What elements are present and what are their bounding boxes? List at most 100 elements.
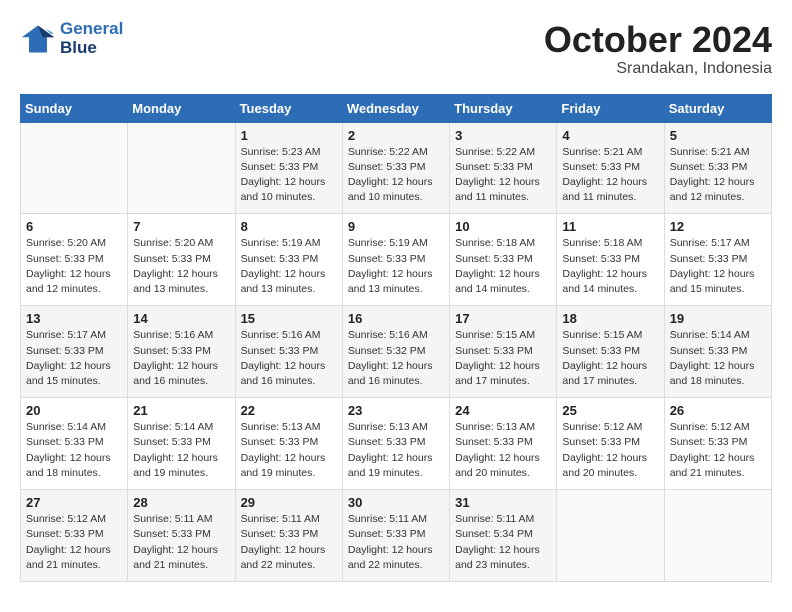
day-info: Sunrise: 5:13 AM Sunset: 5:33 PM Dayligh… [455,420,551,481]
calendar-week-row: 1Sunrise: 5:23 AM Sunset: 5:33 PM Daylig… [21,122,772,214]
day-info: Sunrise: 5:15 AM Sunset: 5:33 PM Dayligh… [455,328,551,389]
day-info: Sunrise: 5:12 AM Sunset: 5:33 PM Dayligh… [26,512,122,573]
day-info: Sunrise: 5:22 AM Sunset: 5:33 PM Dayligh… [455,145,551,206]
day-number: 23 [348,403,444,418]
day-number: 24 [455,403,551,418]
calendar-cell: 15Sunrise: 5:16 AM Sunset: 5:33 PM Dayli… [235,306,342,398]
day-number: 5 [670,128,766,143]
weekday-header-tuesday: Tuesday [235,94,342,122]
day-info: Sunrise: 5:12 AM Sunset: 5:33 PM Dayligh… [670,420,766,481]
weekday-header-saturday: Saturday [664,94,771,122]
weekday-header-thursday: Thursday [450,94,557,122]
logo-text: General Blue [60,20,123,57]
day-number: 2 [348,128,444,143]
day-number: 25 [562,403,658,418]
day-number: 10 [455,219,551,234]
calendar-cell: 31Sunrise: 5:11 AM Sunset: 5:34 PM Dayli… [450,490,557,582]
calendar-cell: 29Sunrise: 5:11 AM Sunset: 5:33 PM Dayli… [235,490,342,582]
calendar-header-row: SundayMondayTuesdayWednesdayThursdayFrid… [21,94,772,122]
day-info: Sunrise: 5:21 AM Sunset: 5:33 PM Dayligh… [670,145,766,206]
day-number: 13 [26,311,122,326]
calendar-cell [128,122,235,214]
day-info: Sunrise: 5:19 AM Sunset: 5:33 PM Dayligh… [241,236,337,297]
calendar-cell: 8 Sunrise: 5:19 AM Sunset: 5:33 PM Daylig… [235,214,342,306]
calendar-cell: 19 Sunrise: 5:14 AM Sunset: 5:33 PM Dayli… [664,306,771,398]
calendar-table: SundayMondayTuesdayWednesdayThursdayFrid… [20,94,772,582]
calendar-cell: 22Sunrise: 5:13 AM Sunset: 5:33 PM Dayli… [235,398,342,490]
day-info: Sunrise: 5:21 AM Sunset: 5:33 PM Dayligh… [562,145,658,206]
day-info: Sunrise: 5:17 AM Sunset: 5:33 PM Dayligh… [26,328,122,389]
calendar-cell [664,490,771,582]
calendar-cell: 17 Sunrise: 5:15 AM Sunset: 5:33 PM Dayli… [450,306,557,398]
day-info: Sunrise: 5:14 AM Sunset: 5:33 PM Dayligh… [26,420,122,481]
calendar-cell: 18 Sunrise: 5:15 AM Sunset: 5:33 PM Dayli… [557,306,664,398]
day-number: 21 [133,403,229,418]
calendar-cell [21,122,128,214]
calendar-cell: 9Sunrise: 5:19 AM Sunset: 5:33 PM Daylig… [342,214,449,306]
day-number: 9 [348,219,444,234]
calendar-cell: 14Sunrise: 5:16 AM Sunset: 5:33 PM Dayli… [128,306,235,398]
day-number: 26 [670,403,766,418]
calendar-cell: 16 Sunrise: 5:16 AM Sunset: 5:32 PM Dayli… [342,306,449,398]
day-info: Sunrise: 5:18 AM Sunset: 5:33 PM Dayligh… [455,236,551,297]
day-number: 30 [348,495,444,510]
day-info: Sunrise: 5:14 AM Sunset: 5:33 PM Dayligh… [670,328,766,389]
logo: General Blue [20,20,123,57]
calendar-cell [557,490,664,582]
day-number: 27 [26,495,122,510]
weekday-header-sunday: Sunday [21,94,128,122]
day-info: Sunrise: 5:16 AM Sunset: 5:32 PM Dayligh… [348,328,444,389]
day-number: 22 [241,403,337,418]
day-info: Sunrise: 5:15 AM Sunset: 5:33 PM Dayligh… [562,328,658,389]
day-number: 29 [241,495,337,510]
day-number: 15 [241,311,337,326]
page-header: General Blue October 2024 Srandakan, Ind… [20,20,772,78]
day-number: 18 [562,311,658,326]
calendar-cell: 11Sunrise: 5:18 AM Sunset: 5:33 PM Dayli… [557,214,664,306]
calendar-week-row: 6 Sunrise: 5:20 AM Sunset: 5:33 PM Daylig… [21,214,772,306]
calendar-cell: 13 Sunrise: 5:17 AM Sunset: 5:33 PM Dayli… [21,306,128,398]
logo-icon [20,21,56,57]
month-title: October 2024 [544,20,772,60]
calendar-cell: 25 Sunrise: 5:12 AM Sunset: 5:33 PM Dayli… [557,398,664,490]
day-info: Sunrise: 5:11 AM Sunset: 5:34 PM Dayligh… [455,512,551,573]
title-area: October 2024 Srandakan, Indonesia [544,20,772,78]
calendar-cell: 2 Sunrise: 5:22 AM Sunset: 5:33 PM Daylig… [342,122,449,214]
calendar-cell: 4 Sunrise: 5:21 AM Sunset: 5:33 PM Daylig… [557,122,664,214]
day-info: Sunrise: 5:22 AM Sunset: 5:33 PM Dayligh… [348,145,444,206]
day-number: 11 [562,219,658,234]
calendar-cell: 20 Sunrise: 5:14 AM Sunset: 5:33 PM Dayli… [21,398,128,490]
day-number: 8 [241,219,337,234]
day-info: Sunrise: 5:20 AM Sunset: 5:33 PM Dayligh… [26,236,122,297]
calendar-cell: 26 Sunrise: 5:12 AM Sunset: 5:33 PM Dayli… [664,398,771,490]
calendar-cell: 7 Sunrise: 5:20 AM Sunset: 5:33 PM Daylig… [128,214,235,306]
day-info: Sunrise: 5:14 AM Sunset: 5:33 PM Dayligh… [133,420,229,481]
calendar-week-row: 20 Sunrise: 5:14 AM Sunset: 5:33 PM Dayli… [21,398,772,490]
day-number: 16 [348,311,444,326]
calendar-week-row: 13 Sunrise: 5:17 AM Sunset: 5:33 PM Dayli… [21,306,772,398]
day-info: Sunrise: 5:11 AM Sunset: 5:33 PM Dayligh… [348,512,444,573]
calendar-cell: 3Sunrise: 5:22 AM Sunset: 5:33 PM Daylig… [450,122,557,214]
calendar-cell: 23Sunrise: 5:13 AM Sunset: 5:33 PM Dayli… [342,398,449,490]
calendar-cell: 12 Sunrise: 5:17 AM Sunset: 5:33 PM Dayli… [664,214,771,306]
calendar-cell: 24 Sunrise: 5:13 AM Sunset: 5:33 PM Dayli… [450,398,557,490]
day-number: 14 [133,311,229,326]
calendar-cell: 21 Sunrise: 5:14 AM Sunset: 5:33 PM Dayli… [128,398,235,490]
day-info: Sunrise: 5:20 AM Sunset: 5:33 PM Dayligh… [133,236,229,297]
day-number: 12 [670,219,766,234]
day-number: 17 [455,311,551,326]
calendar-cell: 30 Sunrise: 5:11 AM Sunset: 5:33 PM Dayli… [342,490,449,582]
day-info: Sunrise: 5:12 AM Sunset: 5:33 PM Dayligh… [562,420,658,481]
calendar-cell: 27 Sunrise: 5:12 AM Sunset: 5:33 PM Dayli… [21,490,128,582]
day-number: 28 [133,495,229,510]
day-info: Sunrise: 5:11 AM Sunset: 5:33 PM Dayligh… [133,512,229,573]
day-number: 20 [26,403,122,418]
day-number: 19 [670,311,766,326]
calendar-cell: 6 Sunrise: 5:20 AM Sunset: 5:33 PM Daylig… [21,214,128,306]
day-info: Sunrise: 5:17 AM Sunset: 5:33 PM Dayligh… [670,236,766,297]
day-number: 6 [26,219,122,234]
weekday-header-monday: Monday [128,94,235,122]
day-number: 7 [133,219,229,234]
calendar-cell: 28 Sunrise: 5:11 AM Sunset: 5:33 PM Dayli… [128,490,235,582]
day-number: 4 [562,128,658,143]
